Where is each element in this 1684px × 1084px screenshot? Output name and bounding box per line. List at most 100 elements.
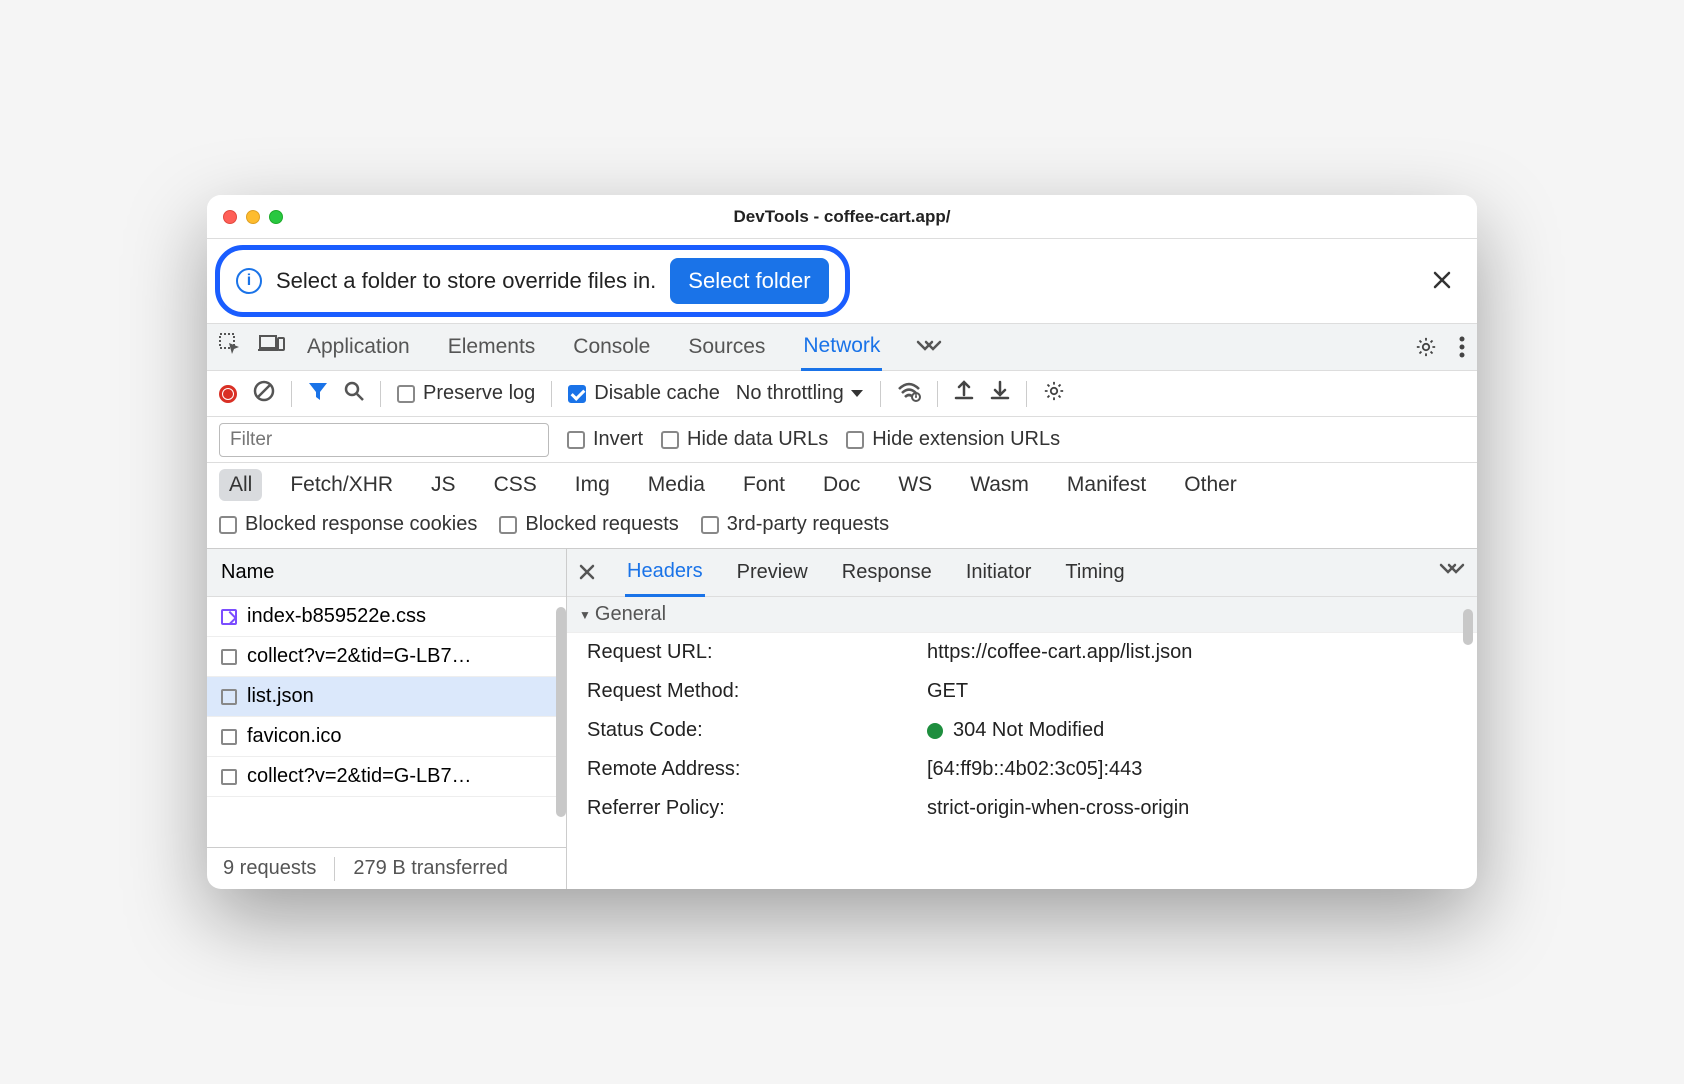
request-name: favicon.ico: [247, 725, 342, 748]
type-all[interactable]: All: [219, 469, 262, 501]
more-tabs-icon[interactable]: [916, 338, 942, 356]
preserve-log-checkbox[interactable]: [397, 385, 415, 403]
type-img[interactable]: Img: [565, 469, 620, 501]
hide-extension-urls-option[interactable]: Hide extension URLs: [846, 428, 1060, 451]
clear-button[interactable]: [253, 380, 275, 408]
inspect-element-icon[interactable]: [219, 333, 241, 361]
detail-close-button[interactable]: [579, 560, 595, 586]
blocked-requests-option[interactable]: Blocked requests: [499, 513, 678, 536]
collapse-triangle-icon: ▼: [579, 608, 591, 622]
detail-tab-timing[interactable]: Timing: [1063, 549, 1126, 596]
request-row[interactable]: collect?v=2&tid=G-LB7…: [207, 757, 566, 797]
type-other[interactable]: Other: [1174, 469, 1247, 501]
blocked-cookies-option[interactable]: Blocked response cookies: [219, 513, 477, 536]
network-conditions-icon[interactable]: [897, 381, 921, 407]
request-name: index-b859522e.css: [247, 605, 426, 628]
file-icon: [221, 649, 237, 665]
zoom-window-button[interactable]: [269, 210, 283, 224]
general-section-header[interactable]: ▼ General: [567, 597, 1477, 633]
status-transferred: 279 B transferred: [353, 857, 508, 880]
type-js[interactable]: JS: [421, 469, 466, 501]
panel-tabs: Application Elements Console Sources Net…: [305, 324, 942, 370]
disable-cache-option[interactable]: Disable cache: [568, 382, 720, 405]
detail-scrollbar[interactable]: [1463, 609, 1473, 645]
status-bar: 9 requests 279 B transferred: [207, 847, 566, 889]
type-css[interactable]: CSS: [484, 469, 547, 501]
third-party-option[interactable]: 3rd-party requests: [701, 513, 889, 536]
disable-cache-checkbox[interactable]: [568, 385, 586, 403]
filter-input[interactable]: [219, 423, 549, 457]
throttling-dropdown[interactable]: No throttling: [736, 382, 864, 405]
network-toolbar: Preserve log Disable cache No throttling: [207, 371, 1477, 417]
request-list-body: index-b859522e.css collect?v=2&tid=G-LB7…: [207, 597, 566, 847]
request-row[interactable]: index-b859522e.css: [207, 597, 566, 637]
tab-console[interactable]: Console: [571, 324, 652, 370]
header-key: Referrer Policy:: [587, 797, 927, 820]
tab-sources[interactable]: Sources: [686, 324, 767, 370]
header-key: Request URL:: [587, 641, 927, 664]
header-row: Remote Address: [64:ff9b::4b02:3c05]:443: [567, 750, 1477, 789]
detail-tab-response[interactable]: Response: [840, 549, 934, 596]
override-infobar: i Select a folder to store override file…: [215, 245, 850, 317]
settings-icon[interactable]: [1415, 336, 1437, 358]
header-value: [64:ff9b::4b02:3c05]:443: [927, 758, 1142, 781]
detail-tabbar: Headers Preview Response Initiator Timin…: [567, 549, 1477, 597]
device-toolbar-icon[interactable]: [259, 334, 285, 360]
type-media[interactable]: Media: [638, 469, 715, 501]
tab-network[interactable]: Network: [801, 325, 882, 371]
throttling-value: No throttling: [736, 382, 844, 405]
filter-icon[interactable]: [308, 381, 328, 407]
tab-elements[interactable]: Elements: [446, 324, 538, 370]
infobar-close-button[interactable]: [1433, 265, 1451, 296]
infobar-row: i Select a folder to store override file…: [207, 239, 1477, 323]
disable-cache-label: Disable cache: [594, 382, 720, 405]
request-list-header[interactable]: Name: [207, 549, 566, 597]
more-detail-tabs-icon[interactable]: [1439, 561, 1465, 585]
status-dot-icon: [927, 723, 943, 739]
more-options-icon[interactable]: [1459, 336, 1465, 358]
request-row[interactable]: list.json: [207, 677, 566, 717]
header-row: Request Method: GET: [567, 672, 1477, 711]
filter-row: Invert Hide data URLs Hide extension URL…: [207, 417, 1477, 463]
request-row[interactable]: favicon.ico: [207, 717, 566, 757]
close-window-button[interactable]: [223, 210, 237, 224]
type-font[interactable]: Font: [733, 469, 795, 501]
type-wasm[interactable]: Wasm: [960, 469, 1039, 501]
titlebar: DevTools - coffee-cart.app/: [207, 195, 1477, 239]
record-button[interactable]: [219, 385, 237, 403]
blocked-filters: Blocked response cookies Blocked request…: [207, 507, 1477, 549]
select-folder-button[interactable]: Select folder: [670, 258, 828, 304]
header-key: Remote Address:: [587, 758, 927, 781]
header-row: Status Code: 304 Not Modified: [567, 711, 1477, 750]
header-value: https://coffee-cart.app/list.json: [927, 641, 1192, 664]
detail-tab-preview[interactable]: Preview: [735, 549, 810, 596]
upload-har-icon[interactable]: [954, 380, 974, 408]
request-name: collect?v=2&tid=G-LB7…: [247, 645, 472, 668]
tab-application[interactable]: Application: [305, 324, 412, 370]
request-row[interactable]: collect?v=2&tid=G-LB7…: [207, 637, 566, 677]
type-fetch-xhr[interactable]: Fetch/XHR: [280, 469, 403, 501]
devtools-window: DevTools - coffee-cart.app/ i Select a f…: [207, 195, 1477, 889]
detail-tab-initiator[interactable]: Initiator: [964, 549, 1034, 596]
minimize-window-button[interactable]: [246, 210, 260, 224]
type-ws[interactable]: WS: [888, 469, 942, 501]
header-value: 304 Not Modified: [927, 719, 1104, 742]
network-split-view: Name index-b859522e.css collect?v=2&tid=…: [207, 549, 1477, 889]
header-row: Referrer Policy: strict-origin-when-cros…: [567, 789, 1477, 828]
download-har-icon[interactable]: [990, 380, 1010, 408]
network-settings-icon[interactable]: [1043, 380, 1065, 408]
request-list: Name index-b859522e.css collect?v=2&tid=…: [207, 549, 567, 889]
detail-tab-headers[interactable]: Headers: [625, 550, 705, 597]
window-title: DevTools - coffee-cart.app/: [734, 207, 951, 227]
list-scrollbar[interactable]: [556, 607, 566, 817]
file-icon: [221, 769, 237, 785]
css-file-icon: [221, 609, 237, 625]
type-doc[interactable]: Doc: [813, 469, 870, 501]
search-icon[interactable]: [344, 381, 364, 407]
hide-data-urls-option[interactable]: Hide data URLs: [661, 428, 828, 451]
general-section-label: General: [595, 603, 666, 626]
type-manifest[interactable]: Manifest: [1057, 469, 1156, 501]
request-name: list.json: [247, 685, 314, 708]
preserve-log-option[interactable]: Preserve log: [397, 382, 535, 405]
invert-option[interactable]: Invert: [567, 428, 643, 451]
